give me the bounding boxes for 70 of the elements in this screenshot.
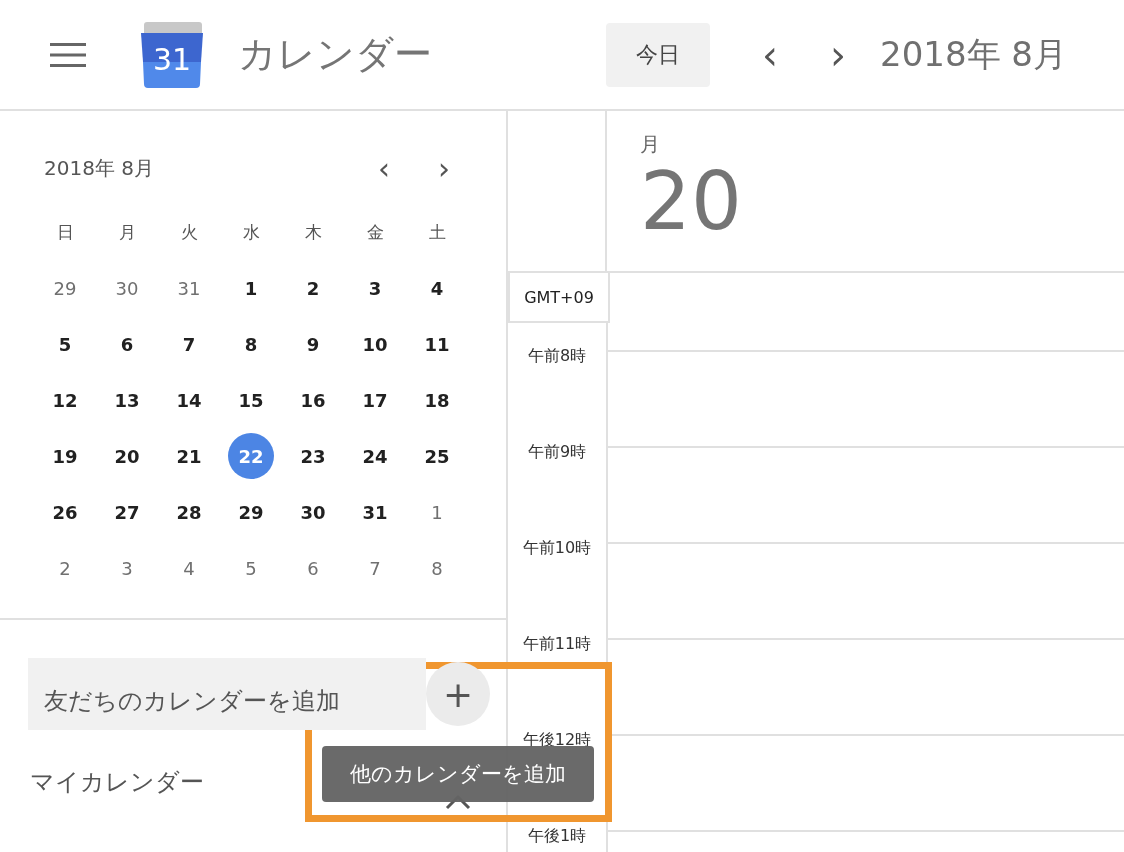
mini-calendar-day[interactable]: 30: [104, 265, 150, 311]
mini-calendar-day[interactable]: 3: [104, 545, 150, 591]
mini-calendar-day[interactable]: 14: [166, 377, 212, 423]
hour-label: 午前9時: [527, 442, 587, 462]
mini-calendar-day[interactable]: 21: [166, 433, 212, 479]
mini-calendar-day[interactable]: 22: [228, 433, 274, 479]
mini-calendar-day[interactable]: 31: [166, 265, 212, 311]
mini-calendar-day[interactable]: 1: [228, 265, 274, 311]
mini-calendar-day[interactable]: 24: [352, 433, 398, 479]
mini-calendar-day[interactable]: 7: [166, 321, 212, 367]
previous-month-button[interactable]: ‹: [354, 149, 414, 187]
mini-calendar-month: 2018年 8月: [44, 154, 155, 182]
mini-calendar-day[interactable]: 30: [290, 489, 336, 535]
mini-calendar-day[interactable]: 6: [104, 321, 150, 367]
mini-calendar-day[interactable]: 16: [290, 377, 336, 423]
mini-calendar-day[interactable]: 1: [414, 489, 460, 535]
mini-calendar-day[interactable]: 13: [104, 377, 150, 423]
hour-label: 午前11時: [522, 634, 592, 654]
mini-calendar-day[interactable]: 8: [228, 321, 274, 367]
hour-label: 午前8時: [527, 346, 587, 366]
app-title: カレンダー: [238, 31, 432, 78]
day-weekday: 月: [640, 131, 661, 158]
next-month-button[interactable]: ›: [414, 149, 474, 187]
hour-label: 午前10時: [522, 538, 592, 558]
current-period: 2018年 8月: [880, 32, 1067, 76]
mini-calendar-day[interactable]: 18: [414, 377, 460, 423]
mini-calendar-day[interactable]: 2: [290, 265, 336, 311]
mini-calendar-day[interactable]: 5: [228, 545, 274, 591]
mini-calendar-day[interactable]: 6: [290, 545, 336, 591]
calendar-logo: 31: [140, 21, 204, 88]
menu-icon[interactable]: [50, 41, 86, 68]
day-number[interactable]: 20: [640, 162, 742, 242]
add-friend-calendar-field[interactable]: 友だちのカレンダーを追加: [28, 658, 426, 730]
tooltip: 他のカレンダーを追加: [322, 746, 594, 802]
mini-calendar-day[interactable]: 20: [104, 433, 150, 479]
mini-calendar-day[interactable]: 2: [42, 545, 88, 591]
mini-calendar-day[interactable]: 3: [352, 265, 398, 311]
mini-calendar-day[interactable]: 5: [42, 321, 88, 367]
weekday-label: 水: [241, 220, 261, 244]
mini-calendar-day[interactable]: 19: [42, 433, 88, 479]
previous-button[interactable]: ‹: [756, 34, 784, 75]
mini-calendar-day[interactable]: 31: [352, 489, 398, 535]
mini-calendar-day[interactable]: 28: [166, 489, 212, 535]
weekday-label: 金: [365, 220, 385, 244]
mini-calendar-day[interactable]: 11: [414, 321, 460, 367]
next-button[interactable]: ›: [824, 34, 852, 75]
mini-calendar-day[interactable]: 12: [42, 377, 88, 423]
mini-calendar-day[interactable]: 10: [352, 321, 398, 367]
mini-calendar-day[interactable]: 23: [290, 433, 336, 479]
weekday-label: 火: [179, 220, 199, 244]
mini-calendar-day[interactable]: 25: [414, 433, 460, 479]
mini-calendar-day[interactable]: 9: [290, 321, 336, 367]
mini-calendar-day[interactable]: 7: [352, 545, 398, 591]
mini-calendar-day[interactable]: 4: [166, 545, 212, 591]
weekday-label: 日: [55, 220, 75, 244]
mini-calendar-day[interactable]: 17: [352, 377, 398, 423]
mini-calendar-day[interactable]: 15: [228, 377, 274, 423]
add-calendar-button[interactable]: +: [426, 662, 490, 726]
mini-calendar-day[interactable]: 29: [228, 489, 274, 535]
mini-calendar-day[interactable]: 26: [42, 489, 88, 535]
weekday-label: 月: [117, 220, 137, 244]
mini-calendar-day[interactable]: 8: [414, 545, 460, 591]
timezone-label: GMT+09: [508, 273, 610, 323]
hour-label: 午後1時: [527, 826, 587, 846]
mini-calendar-day[interactable]: 27: [104, 489, 150, 535]
mini-calendar-day[interactable]: 29: [42, 265, 88, 311]
weekday-label: 土: [427, 220, 447, 244]
weekday-label: 木: [303, 220, 323, 244]
today-button[interactable]: 今日: [606, 22, 710, 87]
mini-calendar-day[interactable]: 4: [414, 265, 460, 311]
